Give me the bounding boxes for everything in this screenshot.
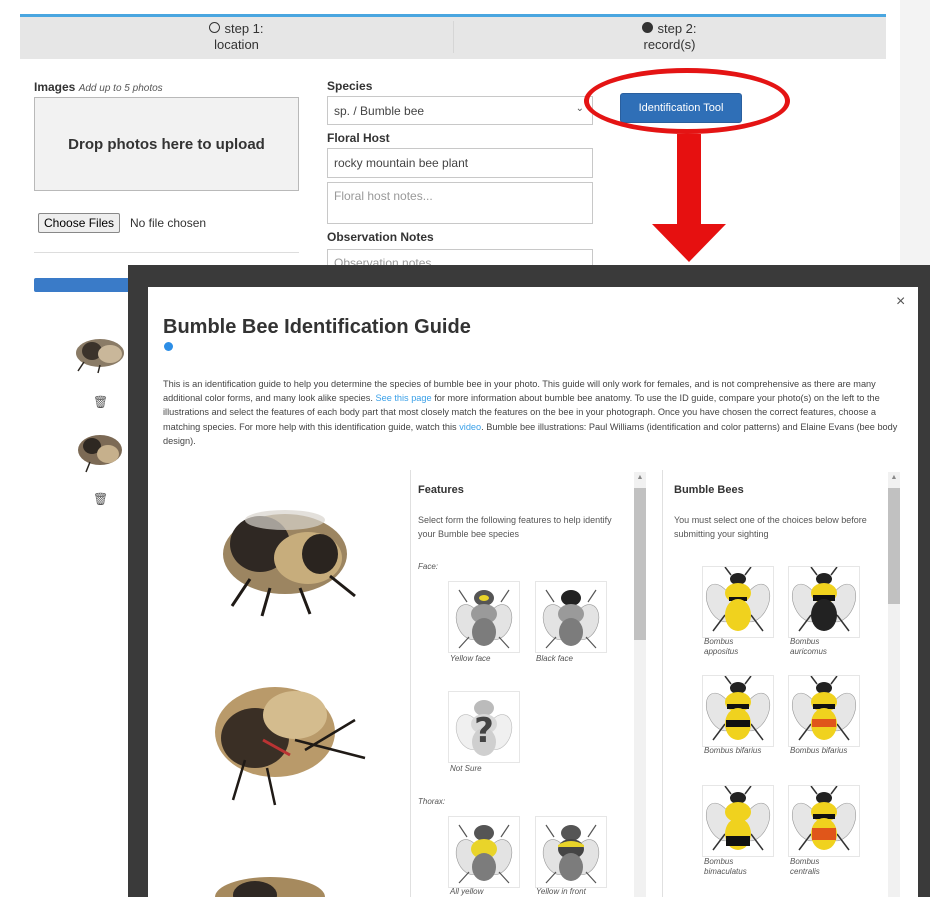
- arrow-annotation-head: [652, 224, 726, 262]
- not-sure-caption: Not Sure: [450, 764, 482, 773]
- bombus-appositus-caption: Bombus appositus: [704, 637, 738, 657]
- images-hint: Add up to 5 photos: [78, 83, 163, 94]
- pane-divider: [662, 470, 663, 897]
- bee-caption-species: centralis: [790, 867, 820, 876]
- svg-text:?: ?: [474, 711, 494, 751]
- bombus-bifarius-caption-1: Bombus bifarius: [704, 746, 762, 755]
- floral-host-value: rocky mountain bee plant: [334, 156, 469, 170]
- bee-caption-genus: Bombus: [704, 637, 734, 646]
- black-face-caption: Black face: [536, 654, 573, 663]
- bumble-bees-scrollbar-thumb[interactable]: [888, 488, 900, 604]
- bumble-bees-title: Bumble Bees: [674, 484, 744, 496]
- features-title: Features: [418, 484, 464, 496]
- specimen-photo-2: [215, 687, 366, 806]
- floral-notes-placeholder: Floral host notes...: [334, 189, 433, 203]
- species-label: Species: [327, 79, 373, 93]
- dropzone-text: Drop photos here to upload: [68, 135, 265, 153]
- yellow-face-option[interactable]: [448, 581, 520, 653]
- step-location[interactable]: step 1: location: [20, 21, 454, 53]
- step-records[interactable]: step 2: record(s): [453, 21, 886, 53]
- highlight-ellipse-annotation: [584, 68, 790, 134]
- no-file-chosen-text: No file chosen: [130, 216, 207, 230]
- bee-caption-species: bimaculatus: [704, 867, 747, 876]
- photo-dropzone[interactable]: Drop photos here to upload: [34, 97, 299, 191]
- black-face-option[interactable]: [535, 581, 607, 653]
- bombus-auricomus-option[interactable]: [788, 566, 860, 638]
- video-link[interactable]: video: [459, 422, 481, 432]
- divider: [34, 252, 299, 253]
- pane-divider: [410, 470, 411, 897]
- step-2-title: step 2:: [657, 21, 697, 36]
- features-scrollbar-thumb[interactable]: [634, 488, 646, 640]
- trash-icon[interactable]: 🗑: [93, 492, 108, 506]
- close-icon[interactable]: ×: [896, 293, 905, 311]
- species-value: sp. / Bumble bee: [334, 103, 425, 118]
- bee-caption-species: appositus: [704, 647, 739, 656]
- yellow-face-caption: Yellow face: [450, 654, 491, 663]
- bombus-bifarius-caption-2: Bombus bifarius: [790, 746, 848, 755]
- face-category-label: Face:: [418, 562, 439, 571]
- arrow-annotation-shaft: [677, 134, 701, 228]
- specimen-photo-1: [223, 510, 356, 617]
- specimen-photo-3: [215, 877, 325, 897]
- bombus-centralis-caption: Bombus centralis: [790, 857, 820, 877]
- uploaded-photo-thumbnail-1[interactable]: [70, 328, 130, 374]
- bombus-bifarius-option-2[interactable]: [788, 675, 860, 747]
- bombus-bimaculatus-caption: Bombus bimaculatus: [704, 857, 747, 877]
- scroll-up-icon[interactable]: ▲: [634, 474, 646, 481]
- step-incomplete-icon: [209, 22, 221, 33]
- trash-icon[interactable]: 🗑: [93, 395, 108, 409]
- bumble-bees-intro: You must select one of the choices below…: [674, 515, 867, 539]
- bee-caption-genus: Bombus: [704, 857, 734, 866]
- bombus-bimaculatus-option[interactable]: [702, 785, 774, 857]
- choose-files-button[interactable]: Choose Files: [38, 213, 121, 233]
- bee-caption-species: auricomus: [790, 647, 827, 656]
- floral-host-label: Floral Host: [327, 131, 390, 145]
- modal-title: Bumble Bee Identification Guide: [163, 316, 471, 338]
- uploaded-photo-thumbnail-2[interactable]: [70, 428, 130, 474]
- bombus-auricomus-caption: Bombus auricomus: [790, 637, 827, 657]
- bombus-appositus-option[interactable]: [702, 566, 774, 638]
- floral-host-notes-textarea[interactable]: Floral host notes...: [327, 182, 593, 224]
- images-label: Images Add up to 5 photos: [34, 80, 163, 94]
- images-label-text: Images: [34, 80, 76, 94]
- thorax-category-label: Thorax:: [418, 797, 446, 806]
- species-select[interactable]: sp. / Bumble bee ⌄: [327, 96, 593, 125]
- features-intro: Select form the following features to he…: [418, 515, 612, 539]
- step-1-title: step 1:: [224, 21, 264, 36]
- anatomy-link[interactable]: See this page: [375, 393, 431, 403]
- all-yellow-thorax-option[interactable]: [448, 816, 520, 888]
- bombus-bifarius-option-1[interactable]: [702, 675, 774, 747]
- all-yellow-caption: All yellow: [450, 887, 484, 896]
- floral-host-input[interactable]: rocky mountain bee plant: [327, 148, 593, 178]
- info-icon[interactable]: [164, 342, 173, 351]
- step-active-icon: [642, 22, 654, 33]
- observation-notes-label: Observation Notes: [327, 230, 434, 244]
- bee-caption-genus: Bombus: [790, 857, 820, 866]
- bombus-centralis-option[interactable]: [788, 785, 860, 857]
- bee-caption-genus: Bombus: [790, 637, 820, 646]
- yellow-in-front-caption: Yellow in front: [536, 887, 586, 896]
- step-1-subtitle: location: [214, 37, 259, 52]
- chevron-down-icon: ⌄: [575, 103, 584, 114]
- steps-bar: step 1: location step 2: record(s): [20, 14, 886, 59]
- step-2-subtitle: record(s): [643, 37, 696, 52]
- guide-description: This is an identification guide to help …: [163, 377, 905, 448]
- yellow-in-front-thorax-option[interactable]: [535, 816, 607, 888]
- scroll-up-icon[interactable]: ▲: [888, 474, 900, 481]
- not-sure-face-option[interactable]: ?: [448, 691, 520, 763]
